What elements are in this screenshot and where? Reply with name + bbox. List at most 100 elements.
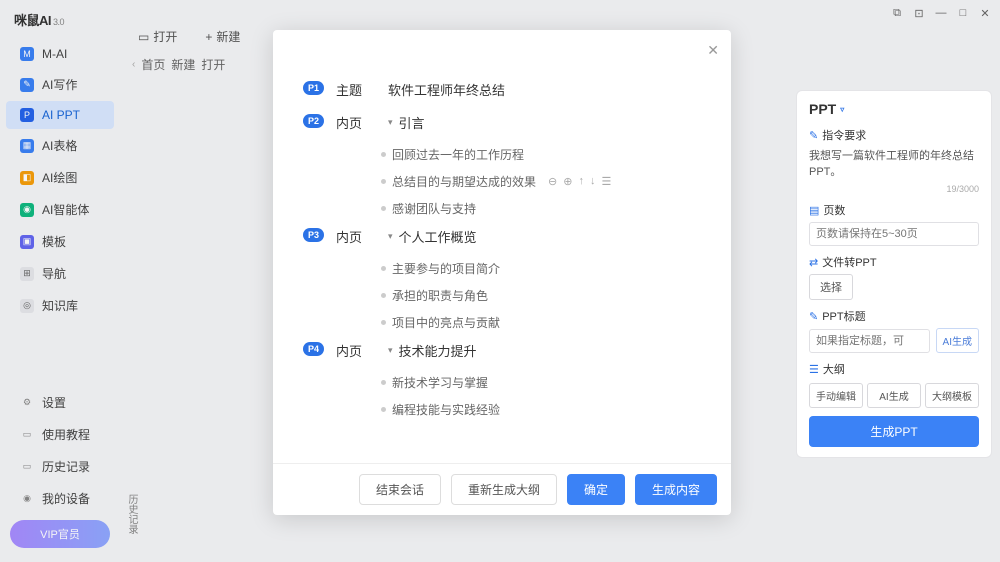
open-label: 打开 [153,28,177,45]
nav-devices[interactable]: ◉我的设备 [6,483,114,514]
nav-ai-ppt[interactable]: PAI PPT [6,101,114,129]
outline-row-p4[interactable]: P4 内页 ▾ 技术能力提升 [303,341,701,360]
down-icon[interactable]: ↓ [590,175,596,188]
win-icon-2[interactable]: ⊡ [912,6,926,20]
nav-label: AI写作 [42,76,77,93]
outline-title: 软件工程师年终总结 [388,80,701,99]
plus-icon[interactable]: ⊕ [563,175,572,188]
breadcrumb: ‹ 首页 新建 打开 [132,56,225,73]
sub-item[interactable]: 感谢团队与支持 [381,200,701,217]
crumb-new[interactable]: 新建 [171,56,195,73]
maximize-icon[interactable]: □ [956,6,970,20]
convert-label: ⇄文件转PPT [809,254,979,270]
req-label: ✎指令要求 [809,127,979,143]
delete-icon[interactable]: ☰ [601,175,611,188]
regen-outline-button[interactable]: 重新生成大纲 [451,474,557,505]
right-panel: PPT▿ ✎指令要求 19/3000 ▤页数 ⇄文件转PPT 选择 ✎PPT标题… [796,90,992,458]
nav-ai-sheet[interactable]: ▦AI表格 [6,130,114,161]
ppt-title-label: ✎PPT标题 [809,308,979,324]
outline-type: 主题 [336,80,376,99]
page-badge: P2 [303,114,324,128]
sub-item[interactable]: 总结目的与期望达成的效果 ⊖ ⊕ ↑ ↓ ☰ [381,173,701,190]
end-session-button[interactable]: 结束会话 [359,474,441,505]
nav-navigate[interactable]: ⊞导航 [6,258,114,289]
page-icon: ▤ [809,204,819,217]
outline-row-p2[interactable]: P2 内页 ▾ 引言 [303,113,701,132]
req-textarea[interactable] [809,147,979,181]
page-badge: P1 [303,81,324,95]
chevron-down-icon[interactable]: ▾ [388,231,393,242]
chevron-down-icon[interactable]: ▾ [388,117,393,128]
up-icon[interactable]: ↑ [578,175,584,188]
modal-close-button[interactable]: ✕ [707,42,719,59]
ai-gen-title-button[interactable]: AI生成 [936,328,979,353]
confirm-button[interactable]: 确定 [567,474,625,505]
nav-knowledge[interactable]: ◎知识库 [6,290,114,321]
chevron-down-icon[interactable]: ▾ [388,345,393,356]
minus-icon[interactable]: ⊖ [548,175,557,188]
outline-type: 内页 [336,341,376,360]
ppt-title-input[interactable] [809,329,930,353]
outline-label: ☰大纲 [809,361,979,377]
sub-items-p2: 回顾过去一年的工作历程 总结目的与期望达成的效果 ⊖ ⊕ ↑ ↓ ☰ 感谢团队与… [381,146,701,217]
nav-ai-agent[interactable]: ◉AI智能体 [6,194,114,225]
outline-title: 技术能力提升 [399,341,477,360]
nav-history[interactable]: ▭历史记录 [6,451,114,482]
page-badge: P4 [303,342,324,356]
char-counter: 19/3000 [809,184,979,194]
pages-label: ▤页数 [809,202,979,218]
close-icon[interactable]: ✕ [978,6,992,20]
win-icon-1[interactable]: ⧉ [890,6,904,20]
app-logo: 咪鼠AI3.0 [0,0,120,39]
nav-label: M-AI [42,47,67,61]
sub-item[interactable]: 回顾过去一年的工作历程 [381,146,701,163]
sub-item[interactable]: 主要参与的项目简介 [381,260,701,277]
nav-label: 模板 [42,233,66,250]
nav-ai-draw[interactable]: ◧AI绘图 [6,162,114,193]
select-file-button[interactable]: 选择 [809,274,853,300]
sub-items-p3: 主要参与的项目简介 承担的职责与角色 项目中的亮点与贡献 [381,260,701,331]
nav: MM-AI ✎AI写作 PAI PPT ▦AI表格 ◧AI绘图 ◉AI智能体 ▣… [0,39,120,386]
new-button[interactable]: +新建 [195,24,250,49]
modal-body: P1 主题 软件工程师年终总结 P2 内页 ▾ 引言 回顾过去一年的工作历程 总结… [273,30,731,463]
nav-template[interactable]: ▣模板 [6,226,114,257]
nav-ai-write[interactable]: ✎AI写作 [6,69,114,100]
outline-row-p3[interactable]: P3 内页 ▾个人工作概览 [303,227,701,246]
generate-content-button[interactable]: 生成内容 [635,474,717,505]
nav-label: 我的设备 [42,490,90,507]
modal-footer: 结束会话 重新生成大纲 确定 生成内容 [273,463,731,515]
nav-label: AI表格 [42,137,77,154]
nav-m-ai[interactable]: MM-AI [6,40,114,68]
vip-button[interactable]: VIP官员 [10,520,110,548]
outline-template-button[interactable]: 大纲模板 [925,383,979,408]
outline-title: 引言 [399,113,425,132]
manual-edit-button[interactable]: 手动编辑 [809,383,863,408]
sidebar: 咪鼠AI3.0 MM-AI ✎AI写作 PAI PPT ▦AI表格 ◧AI绘图 … [0,0,120,562]
chevron-left-icon[interactable]: ‹ [132,59,135,70]
generate-ppt-button[interactable]: 生成PPT [809,416,979,447]
nav-label: AI绘图 [42,169,77,186]
sidebar-bottom: ⚙设置 ▭使用教程 ▭历史记录 ◉我的设备 VIP官员 [0,386,120,562]
open-button[interactable]: ▭打开 [128,24,187,49]
side-tab-history[interactable]: 历史记录 [122,490,141,538]
convert-icon: ⇄ [809,256,818,269]
outline-type: 内页 [336,113,376,132]
outline-title: 个人工作概览 [399,227,477,246]
crumb-home[interactable]: 首页 [141,56,165,73]
sub-item[interactable]: 承担的职责与角色 [381,287,701,304]
pages-input[interactable] [809,222,979,246]
nav-tutorial[interactable]: ▭使用教程 [6,419,114,450]
page-badge: P3 [303,228,324,242]
nav-label: 知识库 [42,297,78,314]
plus-icon: + [205,30,212,44]
sub-item[interactable]: 编程技能与实践经验 [381,401,701,418]
sub-item[interactable]: 项目中的亮点与贡献 [381,314,701,331]
outline-row-p1[interactable]: P1 主题 软件工程师年终总结 [303,80,701,99]
crumb-open[interactable]: 打开 [201,56,225,73]
panel-title: PPT▿ [809,101,979,117]
nav-settings[interactable]: ⚙设置 [6,387,114,418]
sub-item[interactable]: 新技术学习与掌握 [381,374,701,391]
minimize-icon[interactable]: — [934,6,948,20]
ai-gen-outline-button[interactable]: AI生成 [867,383,921,408]
sub-items-p4: 新技术学习与掌握 编程技能与实践经验 [381,374,701,418]
